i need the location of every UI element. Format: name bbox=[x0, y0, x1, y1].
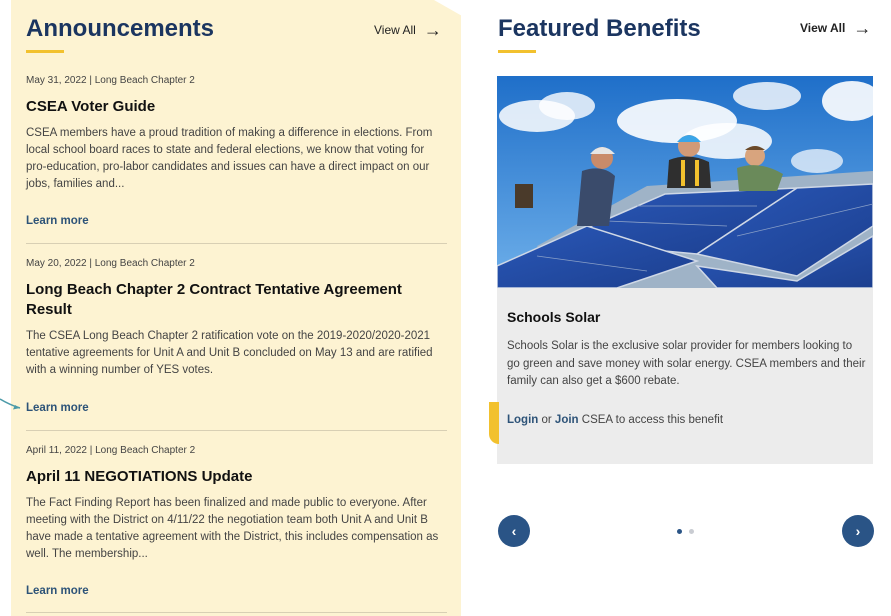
announcement-meta: May 31, 2022 | Long Beach Chapter 2 bbox=[26, 75, 195, 86]
carousel-dot[interactable] bbox=[677, 529, 682, 534]
featured-benefits-title: Featured Benefits bbox=[498, 15, 701, 42]
announcement-body: CSEA members have a proud tradition of m… bbox=[26, 127, 433, 190]
benefit-card[interactable]: Schools Solar Schools Solar is the exclu… bbox=[497, 76, 873, 464]
announcement-body: The Fact Finding Report has been finaliz… bbox=[26, 497, 439, 560]
carousel-dot[interactable] bbox=[689, 529, 694, 534]
pointer-arrow-icon bbox=[0, 398, 21, 410]
divider bbox=[26, 612, 447, 613]
chevron-left-icon: ‹ bbox=[511, 523, 517, 539]
access-suffix: CSEA to access this benefit bbox=[578, 414, 724, 426]
announcement-item: April 11, 2022 | Long Beach Chapter 2 Ap… bbox=[26, 445, 446, 563]
solar-workers-image bbox=[497, 76, 873, 288]
or-text: or bbox=[538, 414, 555, 426]
featured-underline bbox=[498, 50, 536, 53]
view-all-label: View All bbox=[800, 21, 846, 35]
login-link[interactable]: Login bbox=[507, 414, 538, 426]
announcements-view-all-link[interactable]: View All → bbox=[374, 20, 442, 40]
arrow-right-icon: → bbox=[423, 20, 442, 40]
announcement-body: The CSEA Long Beach Chapter 2 ratificati… bbox=[26, 330, 433, 376]
learn-more-link[interactable]: Learn more bbox=[26, 402, 89, 414]
accent-tab bbox=[489, 402, 499, 444]
announcement-meta: April 11, 2022 | Long Beach Chapter 2 bbox=[26, 445, 196, 456]
join-link[interactable]: Join bbox=[555, 414, 579, 426]
learn-more-link[interactable]: Learn more bbox=[26, 215, 89, 227]
benefit-title: Schools Solar bbox=[507, 309, 601, 325]
divider bbox=[26, 243, 447, 244]
announcement-item: May 20, 2022 | Long Beach Chapter 2 Long… bbox=[26, 258, 446, 379]
divider bbox=[26, 430, 447, 431]
view-all-label: View All bbox=[374, 23, 416, 37]
benefit-access-text: Login or Join CSEA to access this benefi… bbox=[507, 414, 723, 426]
featured-view-all-link[interactable]: View All → bbox=[800, 18, 872, 38]
announcements-title: Announcements bbox=[26, 15, 215, 42]
announcement-title: April 11 NEGOTIATIONS Update bbox=[26, 468, 253, 485]
announcement-title: Long Beach Chapter 2 Contract Tentative … bbox=[26, 281, 402, 318]
announcement-title: CSEA Voter Guide bbox=[26, 98, 156, 115]
arrow-right-icon: → bbox=[853, 18, 872, 38]
carousel-next-button[interactable]: › bbox=[842, 515, 874, 547]
announcement-meta: May 20, 2022 | Long Beach Chapter 2 bbox=[26, 258, 195, 269]
chevron-right-icon: › bbox=[855, 523, 861, 539]
learn-more-link[interactable]: Learn more bbox=[26, 585, 89, 597]
benefit-description: Schools Solar is the exclusive solar pro… bbox=[507, 340, 866, 387]
announcements-underline bbox=[26, 50, 64, 53]
carousel-prev-button[interactable]: ‹ bbox=[498, 515, 530, 547]
announcement-item: May 31, 2022 | Long Beach Chapter 2 CSEA… bbox=[26, 75, 446, 193]
